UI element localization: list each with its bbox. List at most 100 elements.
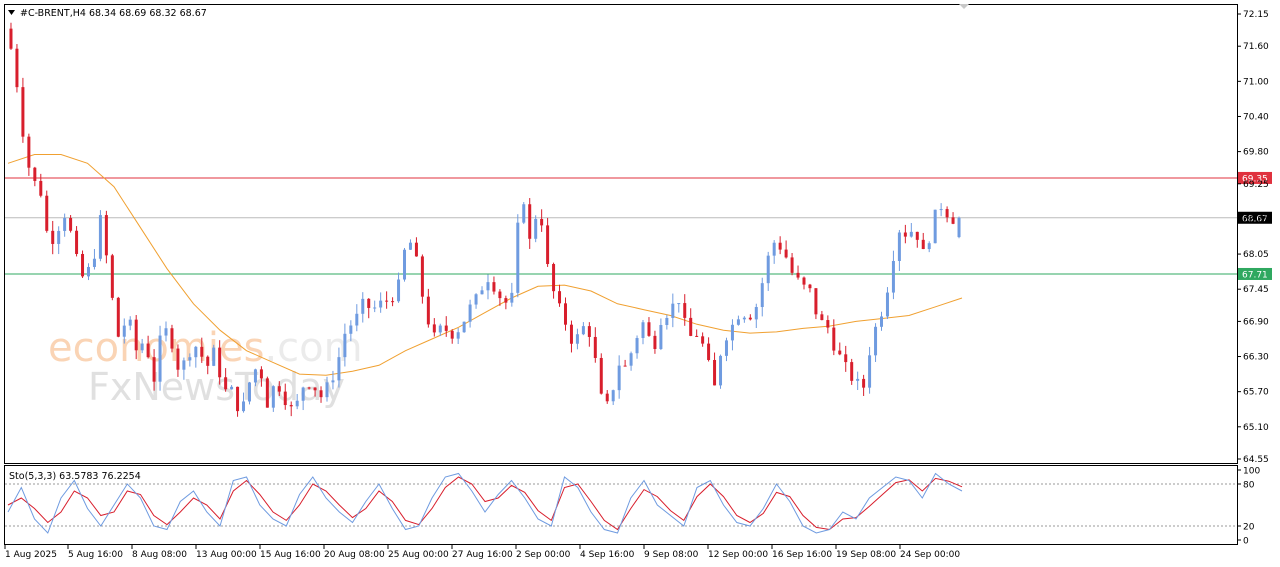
candle-body bbox=[140, 343, 144, 351]
candle-body bbox=[957, 217, 961, 238]
candle-body bbox=[146, 343, 150, 358]
candle-body bbox=[277, 386, 281, 392]
candle-body bbox=[563, 303, 567, 325]
trading-chart[interactable]: economies.com FxNewsToday 69.3568.6767.7… bbox=[0, 0, 1280, 567]
candle-body bbox=[897, 232, 901, 262]
candle-body bbox=[307, 387, 311, 389]
candle-body bbox=[188, 357, 192, 361]
candle-body bbox=[724, 340, 728, 356]
y-tick-label: 71.60 bbox=[1243, 42, 1269, 52]
candle-body bbox=[868, 355, 872, 388]
candle-body bbox=[63, 217, 67, 231]
candle-body bbox=[951, 217, 955, 224]
candle-body bbox=[814, 288, 818, 315]
candle-body bbox=[265, 378, 269, 408]
y-tick-label: 64.55 bbox=[1243, 455, 1269, 465]
y-tick-label: 70.40 bbox=[1243, 112, 1269, 122]
candle-body bbox=[736, 319, 740, 325]
candle-body bbox=[850, 362, 854, 381]
candle-body bbox=[86, 266, 90, 277]
symbol-header: #C-BRENT,H4 68.34 68.69 68.32 68.67 bbox=[20, 8, 207, 19]
candle-body bbox=[707, 343, 711, 360]
candle-body bbox=[575, 334, 579, 344]
candle-body bbox=[242, 401, 246, 412]
candle-body bbox=[677, 303, 681, 305]
candle-body bbox=[605, 393, 609, 402]
candle-body bbox=[856, 378, 860, 381]
y-tick-label: 65.70 bbox=[1243, 388, 1269, 398]
candle-body bbox=[540, 218, 544, 226]
stochastic-axis: 100 80 20 0 bbox=[1237, 467, 1260, 547]
time-axis[interactable]: 1 Aug 2025 5 Aug 16:00 8 Aug 08:00 13 Aug 0… bbox=[4, 545, 960, 560]
candle-body bbox=[259, 369, 263, 379]
candle-body bbox=[81, 253, 85, 277]
price-axis[interactable]: 72.15 71.60 71.00 70.40 69.80 69.25 68.65 68.05… bbox=[1237, 10, 1269, 465]
candle-body bbox=[408, 242, 412, 250]
y-tick-label: 69.80 bbox=[1243, 148, 1269, 158]
candle-body bbox=[558, 291, 562, 304]
candle-body bbox=[880, 316, 884, 327]
candle-body bbox=[498, 291, 502, 299]
candle-body bbox=[474, 294, 478, 305]
candle-body bbox=[361, 298, 365, 314]
candle-body bbox=[253, 369, 257, 383]
candle-body bbox=[33, 167, 37, 181]
candle-body bbox=[75, 230, 79, 254]
y-tick-label: 71.00 bbox=[1243, 77, 1269, 87]
y-tick-label: 69.25 bbox=[1243, 180, 1269, 190]
candle-body bbox=[230, 386, 234, 390]
level-tag-label: 67.71 bbox=[1242, 270, 1268, 280]
candle-body bbox=[939, 209, 943, 211]
candle-body bbox=[122, 325, 126, 337]
x-tick-label: 4 Sep 16:00 bbox=[580, 550, 635, 560]
candle-body bbox=[403, 249, 407, 280]
candle-body bbox=[313, 387, 317, 391]
candle-body bbox=[623, 365, 627, 367]
candle-body bbox=[683, 303, 687, 318]
y-tick-label: 65.10 bbox=[1243, 423, 1269, 433]
candle-body bbox=[194, 346, 198, 358]
stochastic-panel[interactable] bbox=[4, 465, 1238, 545]
candle-body bbox=[319, 390, 323, 398]
stochastic-tick-label: 80 bbox=[1243, 481, 1255, 491]
x-tick-label: 9 Sep 08:00 bbox=[644, 550, 699, 560]
candle-body bbox=[176, 348, 180, 370]
x-tick-label: 2 Sep 00:00 bbox=[516, 550, 571, 560]
x-tick-label: 12 Sep 00:00 bbox=[708, 550, 768, 560]
candle-body bbox=[15, 48, 19, 88]
x-tick-label: 16 Sep 16:00 bbox=[772, 550, 832, 560]
stochastic-header: Sto(5,3,3) 63.5783 76.2254 bbox=[9, 471, 141, 482]
candle-body bbox=[832, 327, 836, 351]
x-tick-label: 27 Aug 16:00 bbox=[452, 550, 513, 560]
candle-body bbox=[468, 304, 472, 322]
candle-body bbox=[909, 231, 913, 237]
candle-body bbox=[778, 242, 782, 250]
candle-body bbox=[373, 307, 377, 309]
candle-body bbox=[182, 360, 186, 370]
candle-body bbox=[152, 357, 156, 382]
candle-body bbox=[480, 290, 484, 295]
candle-body bbox=[510, 292, 514, 303]
candle-body bbox=[933, 209, 937, 244]
candle-body bbox=[820, 314, 824, 321]
candle-body bbox=[158, 335, 162, 382]
candle-body bbox=[51, 230, 55, 244]
stochastic-tick-label: 0 bbox=[1243, 537, 1249, 547]
candle-body bbox=[730, 324, 734, 341]
candle-body bbox=[903, 232, 907, 237]
y-tick-label: 68.65 bbox=[1243, 215, 1269, 225]
candle-body bbox=[92, 258, 96, 267]
candle-body bbox=[420, 256, 424, 297]
candle-body bbox=[885, 292, 889, 317]
candle-body bbox=[695, 335, 699, 337]
candle-body bbox=[593, 336, 597, 358]
candle-body bbox=[689, 317, 693, 336]
candle-body bbox=[247, 382, 251, 402]
candle-body bbox=[325, 382, 329, 398]
candle-body bbox=[796, 272, 800, 278]
candle-body bbox=[69, 217, 73, 231]
candle-body bbox=[891, 261, 895, 293]
y-tick-label: 66.30 bbox=[1243, 353, 1269, 363]
candle-body bbox=[9, 28, 13, 49]
candle-body bbox=[516, 222, 520, 293]
